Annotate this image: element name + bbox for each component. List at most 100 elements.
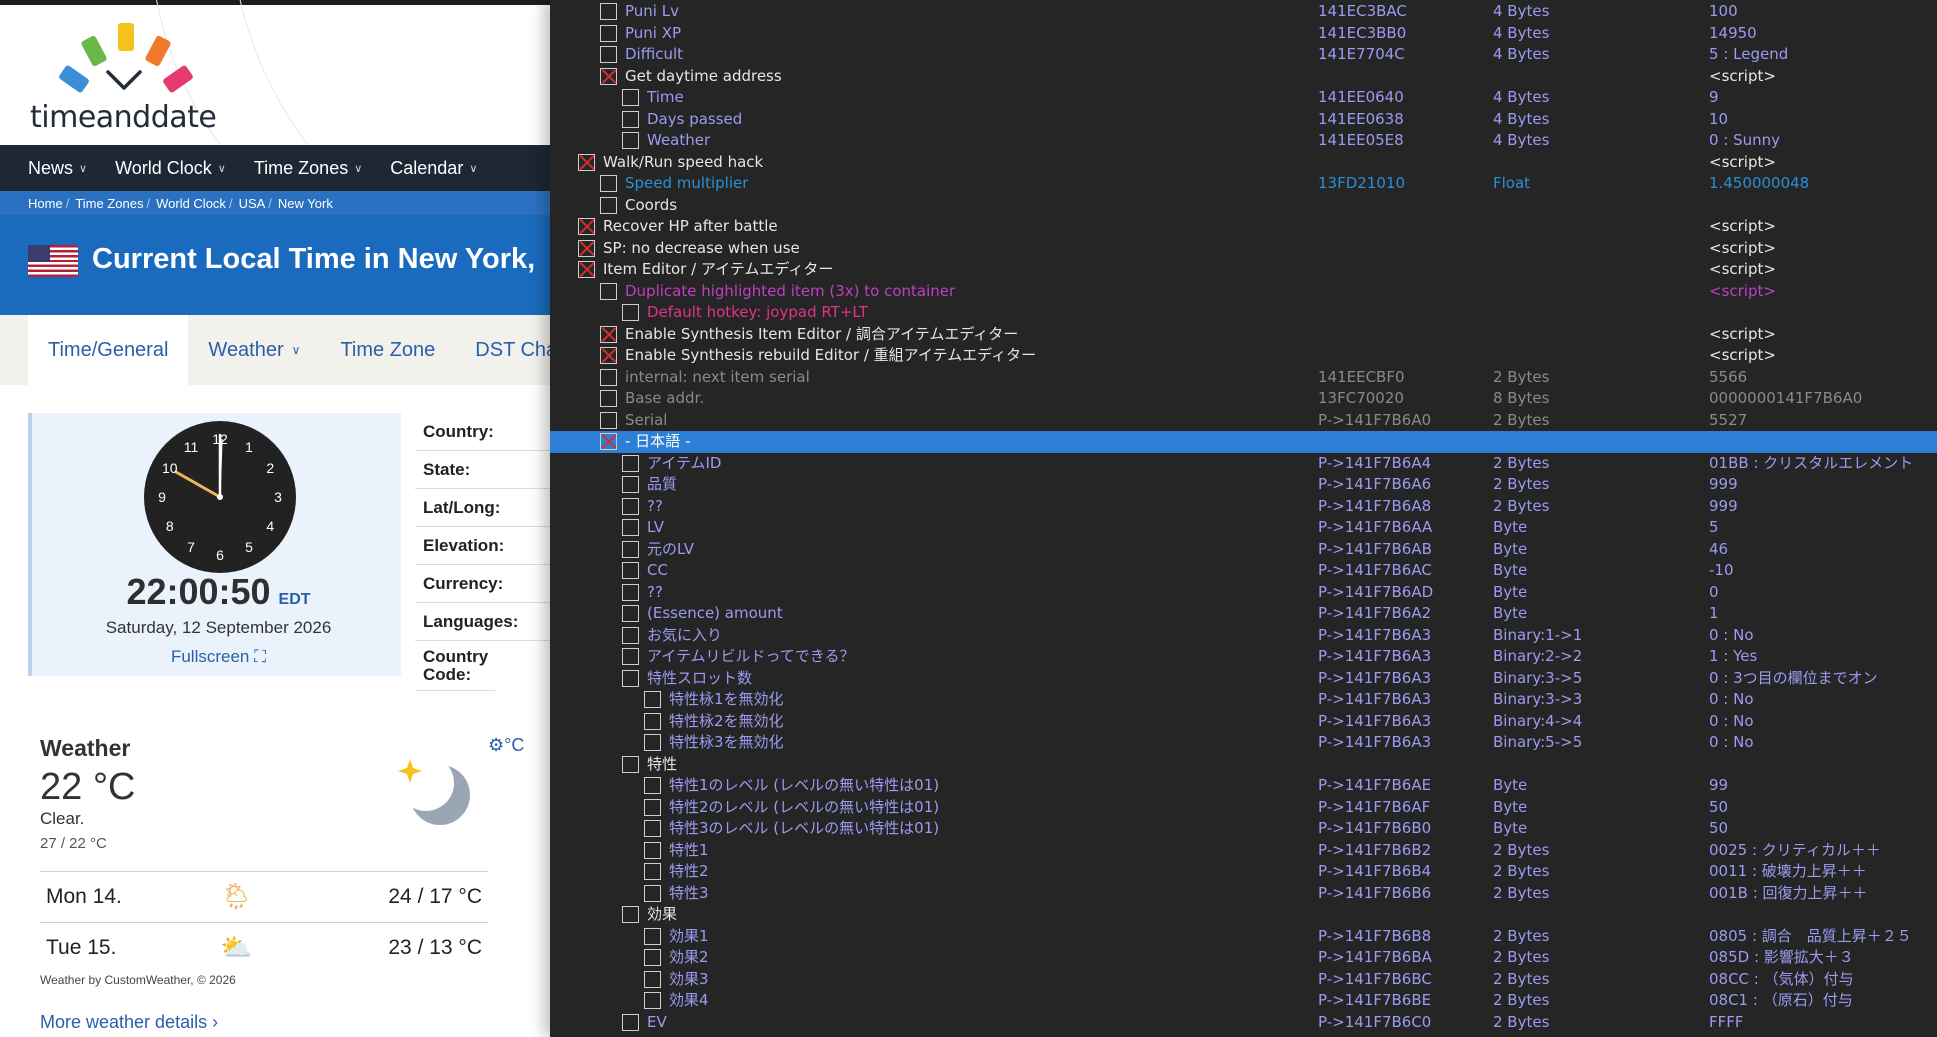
cheat-entry-row[interactable]: Base addr. 13FC70020 8 Bytes 0000000141F7B6… [550,388,1937,410]
entry-value[interactable]: 5 : Legend [1709,44,1788,66]
cheat-entry-row[interactable]: internal: next item serial 141EECBF0 2 Byt… [550,367,1937,389]
activate-checkbox[interactable] [644,927,661,945]
cheat-entry-row[interactable]: 効果4 P->141F7B6BE 2 Bytes 08C1 : （原石）付与 [550,990,1937,1012]
activate-checkbox[interactable] [622,648,639,665]
cheat-entry-row[interactable]: お気に入り P->141F7B6A3 Binary:1->1 0 : No [550,625,1937,647]
activate-checkbox[interactable] [600,325,617,343]
entry-value[interactable]: 14950 [1709,23,1757,45]
cheat-entry-row[interactable]: Item Editor / アイテムエディター <script> [550,259,1937,281]
cheat-entry-row[interactable]: Get daytime address <script> [550,66,1937,88]
cheat-entry-row[interactable]: 元のLV P->141F7B6AB Byte 46 [550,539,1937,561]
cheat-entry-row[interactable]: 特性スロット数 P->141F7B6A3 Binary:3->5 0 : 3つ目の欄位… [550,668,1937,690]
fullscreen-link[interactable]: Fullscreen ⛶ [32,647,405,667]
activate-checkbox[interactable] [600,433,617,450]
nav-time-zones[interactable]: Time Zones ∨ [254,158,362,179]
entry-value[interactable]: 50 [1709,818,1728,840]
entry-value[interactable]: <script> [1709,66,1776,88]
activate-checkbox[interactable] [578,153,595,171]
breadcrumb-link[interactable]: USA [239,196,266,211]
activate-checkbox[interactable] [600,347,617,364]
activate-checkbox[interactable] [644,820,661,837]
tab-1[interactable]: Weather ∨ [188,315,320,385]
activate-checkbox[interactable] [600,390,617,407]
cheat-entry-row[interactable]: Puni XP 141EC3BB0 4 Bytes 14950 [550,23,1937,45]
cheat-entry-row[interactable]: Serial P->141F7B6A0 2 Bytes 5527 [550,410,1937,432]
cheat-entry-row[interactable]: SP: no decrease when use <script> [550,238,1937,260]
tab-2[interactable]: Time Zone [320,315,455,385]
entry-value[interactable]: <script> [1709,324,1776,346]
nav-calendar[interactable]: Calendar ∨ [390,158,477,179]
activate-checkbox[interactable] [644,884,661,902]
entry-value[interactable]: 0805 : 調合 品質上昇＋２５ [1709,926,1912,948]
entry-value[interactable]: <script> [1709,216,1776,238]
activate-checkbox[interactable] [622,1013,639,1031]
cheat-entry-row[interactable]: 特性3のレベル (レベルの無い特性は01) P->141F7B6B0 Byte 50 [550,818,1937,840]
activate-checkbox[interactable] [644,949,661,966]
cheat-entry-row[interactable]: Duplicate highlighted item (3x) to conta… [550,281,1937,303]
entry-value[interactable]: <script> [1709,152,1776,174]
cheat-entry-row[interactable]: EV P->141F7B6C0 2 Bytes FFFF [550,1012,1937,1034]
cheat-entry-row[interactable]: Puni Lv 141EC3BAC 4 Bytes 100 [550,1,1937,23]
entry-value[interactable]: 0 : No [1709,625,1754,647]
activate-checkbox[interactable] [622,89,639,106]
activate-checkbox[interactable] [600,368,617,386]
more-weather-link[interactable]: More weather details › [40,1012,218,1033]
entry-value[interactable]: 0 : No [1709,711,1754,733]
cheat-entry-row[interactable]: CC P->141F7B6AC Byte -10 [550,560,1937,582]
entry-value[interactable]: 085D : 影響拡大＋３ [1709,947,1854,969]
breadcrumb-link[interactable]: New York [278,196,333,211]
cheat-entry-row[interactable]: アイテムリビルドってできる？ P->141F7B6A3 Binary:2->2 1 :… [550,646,1937,668]
entry-value[interactable]: -10 [1709,560,1734,582]
entry-value[interactable]: 08C1 : （原石）付与 [1709,990,1853,1012]
cheat-entry-row[interactable]: Walk/Run speed hack <script> [550,152,1937,174]
entry-value[interactable]: FFFF [1709,1012,1744,1034]
cheat-entry-row[interactable]: 品質 P->141F7B6A6 2 Bytes 999 [550,474,1937,496]
cheat-entry-row[interactable]: 特性栐3を無効化 P->141F7B6A3 Binary:5->5 0 : No [550,732,1937,754]
cheat-entry-row[interactable]: Weather 141EE05E8 4 Bytes 0 : Sunny [550,130,1937,152]
entry-value[interactable]: 46 [1709,539,1728,561]
entry-value[interactable]: 9 [1709,87,1719,109]
activate-checkbox[interactable] [644,992,661,1009]
entry-value[interactable]: 01BB : クリスタルエレメント [1709,453,1913,475]
activate-checkbox[interactable] [600,282,617,300]
cheat-entry-row[interactable]: Speed multiplier 13FD21010 Float 1.45000004… [550,173,1937,195]
activate-checkbox[interactable] [600,196,617,214]
cheat-entry-row[interactable]: 特性栐2を無効化 P->141F7B6A3 Binary:4->4 0 : No [550,711,1937,733]
activate-checkbox[interactable] [644,841,661,859]
cheat-entry-row[interactable]: Enable Synthesis Item Editor / 調合アイテムエディ… [550,324,1937,346]
entry-value[interactable]: 1 : Yes [1709,646,1757,668]
cheat-entry-row[interactable]: アイテムID P->141F7B6A4 2 Bytes 01BB : クリスタルエレメ… [550,453,1937,475]
activate-checkbox[interactable] [600,3,617,20]
entry-value[interactable]: <script> [1709,281,1776,303]
activate-checkbox[interactable] [578,218,595,235]
entry-value[interactable]: 50 [1709,797,1728,819]
activate-checkbox[interactable] [622,605,639,622]
cheat-entry-row[interactable]: LV P->141F7B6AA Byte 5 [550,517,1937,539]
entry-value[interactable]: <script> [1709,238,1776,260]
entry-value[interactable]: 1 [1709,603,1719,625]
cheat-entry-row[interactable]: 効果1 P->141F7B6B8 2 Bytes 0805 : 調合 品質上昇＋２５ [550,926,1937,948]
cheat-entry-row[interactable]: 効果3 P->141F7B6BC 2 Bytes 08CC : （気体）付与 [550,969,1937,991]
activate-checkbox[interactable] [578,239,595,257]
activate-checkbox[interactable] [644,691,661,708]
entry-value[interactable]: 999 [1709,496,1738,518]
activate-checkbox[interactable] [622,132,639,149]
cheat-entry-row[interactable]: ?? P->141F7B6AD Byte 0 [550,582,1937,604]
entry-value[interactable]: 0 : 3つ目の欄位までオン [1709,668,1878,690]
cheat-entry-row[interactable]: 特性2のレベル (レベルの無い特性は01) P->141F7B6AF Byte 50 [550,797,1937,819]
cheat-entry-row[interactable]: (Essence) amount P->141F7B6A2 Byte 1 [550,603,1937,625]
entry-value[interactable]: 0025 : クリティカル＋＋ [1709,840,1881,862]
breadcrumb-link[interactable]: Time Zones [75,196,143,211]
entry-value[interactable]: 100 [1709,1,1738,23]
entry-value[interactable]: 0000000141F7B6A0 [1709,388,1862,410]
activate-checkbox[interactable] [622,476,639,493]
tab-3[interactable]: DST Cha [455,315,560,385]
entry-value[interactable]: 0011 : 破壊力上昇＋＋ [1709,861,1867,883]
cheat-entry-row[interactable]: Days passed 141EE0638 4 Bytes 10 [550,109,1937,131]
activate-checkbox[interactable] [600,46,617,63]
activate-checkbox[interactable] [578,261,595,278]
cheat-entry-row[interactable]: Coords [550,195,1937,217]
entry-value[interactable]: <script> [1709,345,1776,367]
activate-checkbox[interactable] [600,67,617,85]
cheat-entry-row[interactable]: 特性 [550,754,1937,776]
